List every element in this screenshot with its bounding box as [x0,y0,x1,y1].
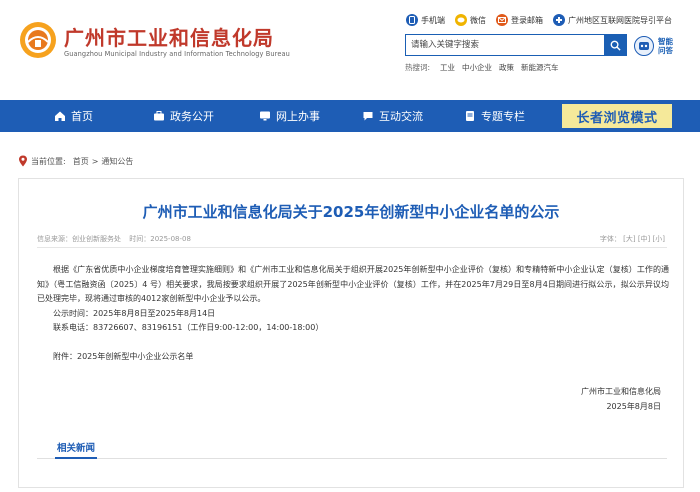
elder-mode-button[interactable]: 长者浏览模式 [562,104,672,128]
hospital-icon [553,14,565,26]
nav-item-government-affairs[interactable]: 政务公开 [153,100,214,132]
nav-label: 首页 [71,110,93,123]
font-size-medium-button[interactable]: [中] [638,235,650,243]
breadcrumb-home-link[interactable]: 首页 [73,156,89,167]
mail-icon [496,14,508,26]
nav-label: 政务公开 [170,110,214,123]
article-body: 根据《广东省优质中小企业梯度培育管理实施细则》和《广州市工业和信息化局关于组织开… [37,263,669,364]
toplink-wechat[interactable]: 微信 [455,14,486,26]
search-icon [610,40,621,51]
article-time: 时间：2025-08-08 [129,235,191,243]
bureau-logo[interactable] [18,20,58,60]
breadcrumb-separator: > [91,156,99,166]
briefcase-icon [154,111,164,121]
site-title[interactable]: 广州市工业和信息化局 [64,22,274,51]
nav-item-interaction[interactable]: 互动交流 [362,100,423,132]
hot-word-link[interactable]: 中小企业 [462,62,492,73]
nav-label: 专题专栏 [481,110,525,123]
font-size-large-button[interactable]: [大] [623,235,635,243]
hot-word-link[interactable]: 新能源汽车 [521,62,559,73]
site-header: 广州市工业和信息化局 Guangzhou Municipal Industry … [0,0,700,100]
article-paragraph: 根据《广东省优质中小企业梯度培育管理实施细则》和《广州市工业和信息化局关于组织开… [37,265,669,303]
document-icon [466,111,474,121]
signature-organization: 广州市工业和信息化局 [581,387,661,396]
toplink-label: 广州地区互联网医院导引平台 [568,15,672,25]
tab-related-news[interactable]: 相关新闻 [55,437,98,459]
mobile-icon [406,14,418,26]
breadcrumb-label: 当前位置: [31,156,66,166]
nav-item-online-services[interactable]: 网上办事 [259,100,320,132]
article-source: 信息来源：创业创新服务处 [37,235,121,243]
breadcrumb-current-link[interactable]: 通知公告 [101,156,133,167]
hot-word-link[interactable]: 工业 [440,62,455,73]
toplink-mail[interactable]: 登录邮箱 [496,14,543,26]
meta-divider [37,247,667,248]
location-pin-icon [19,155,27,167]
toplink-label: 微信 [470,15,486,25]
smart-qa-label-line1: 智能 [658,37,673,46]
font-size-switcher: 字体： [大] [中] [小] [600,234,665,244]
hot-search-label: 热搜词: [405,63,431,72]
chat-icon [363,112,373,121]
article-title: 广州市工业和信息化局关于2025年创新型中小企业名单的公示 [142,203,560,221]
related-news-bar: 相关新闻 [37,437,667,459]
contact-phone: 联系电话：83726607、83196151（工作日9:00-12:00，14:… [53,323,324,332]
toplink-hospital[interactable]: 广州地区互联网医院导引平台 [553,14,672,26]
home-icon [55,111,65,121]
breadcrumb: 当前位置: 首页 > 通知公告 [18,155,136,167]
toplink-label: 手机端 [421,15,445,25]
wechat-icon [455,14,467,26]
top-links: 手机端 微信 登录邮箱 广州地区互联网医院导引平台 [406,12,682,28]
search-button[interactable] [604,35,626,55]
nav-label: 网上办事 [276,110,320,123]
hot-word-link[interactable]: 政策 [499,62,514,73]
font-size-label: 字体： [599,235,621,243]
font-size-small-button[interactable]: [小] [653,235,665,243]
nav-label: 互动交流 [379,110,423,123]
search-input[interactable] [406,35,604,55]
article-meta: 信息来源：创业创新服务处 时间：2025-08-08 [37,234,197,244]
monitor-icon [260,111,270,121]
attachment-link[interactable]: 附件：2025年创新型中小企业公示名单 [37,350,669,365]
robot-icon [634,36,654,56]
search-box [405,34,627,56]
site-subtitle: Guangzhou Municipal Industry and Informa… [64,50,290,58]
toplink-label: 登录邮箱 [511,15,543,25]
article-panel: 广州市工业和信息化局关于2025年创新型中小企业名单的公示 信息来源：创业创新服… [18,178,684,488]
smart-qa-label-line2: 问答 [658,46,673,55]
hot-search-words: 热搜词: 工业 中小企业 政策 新能源汽车 [405,62,559,73]
nav-item-special-topics[interactable]: 专题专栏 [464,100,525,132]
smart-qa-label: 智能 问答 [658,37,673,55]
signature-date: 2025年8月8日 [606,401,661,411]
signature-block: 广州市工业和信息化局 2025年8月8日 [581,385,661,414]
publicity-period: 公示时间：2025年8月8日至2025年8月14日 [53,308,216,318]
toplink-mobile[interactable]: 手机端 [406,14,445,26]
smart-qa-button[interactable]: 智能 问答 [634,34,690,58]
nav-item-home[interactable]: 首页 [54,100,93,132]
